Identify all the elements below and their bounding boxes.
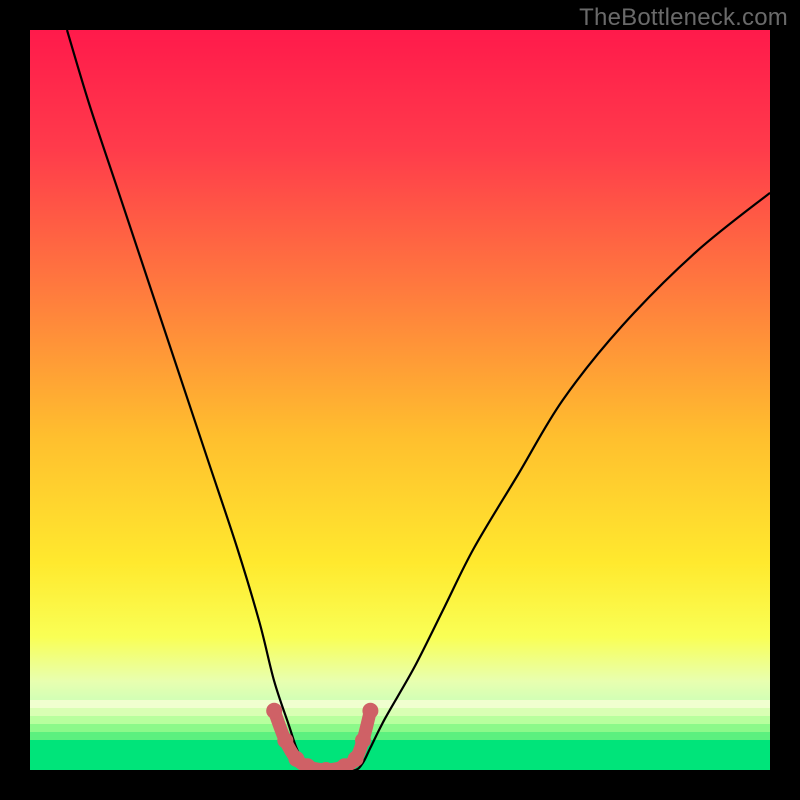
- optimal-range-point: [277, 732, 293, 748]
- green-bands: [30, 700, 770, 770]
- chart-frame: TheBottleneck.com: [0, 0, 800, 800]
- bottleneck-chart: [0, 0, 800, 800]
- optimal-range-point: [318, 762, 334, 778]
- optimal-range-point: [266, 703, 282, 719]
- plot-area: [30, 30, 770, 770]
- optimal-range-point: [348, 751, 364, 767]
- optimal-range-point: [355, 732, 371, 748]
- optimal-range-point: [300, 758, 316, 774]
- optimal-range-point: [362, 703, 378, 719]
- watermark-text: TheBottleneck.com: [579, 4, 788, 32]
